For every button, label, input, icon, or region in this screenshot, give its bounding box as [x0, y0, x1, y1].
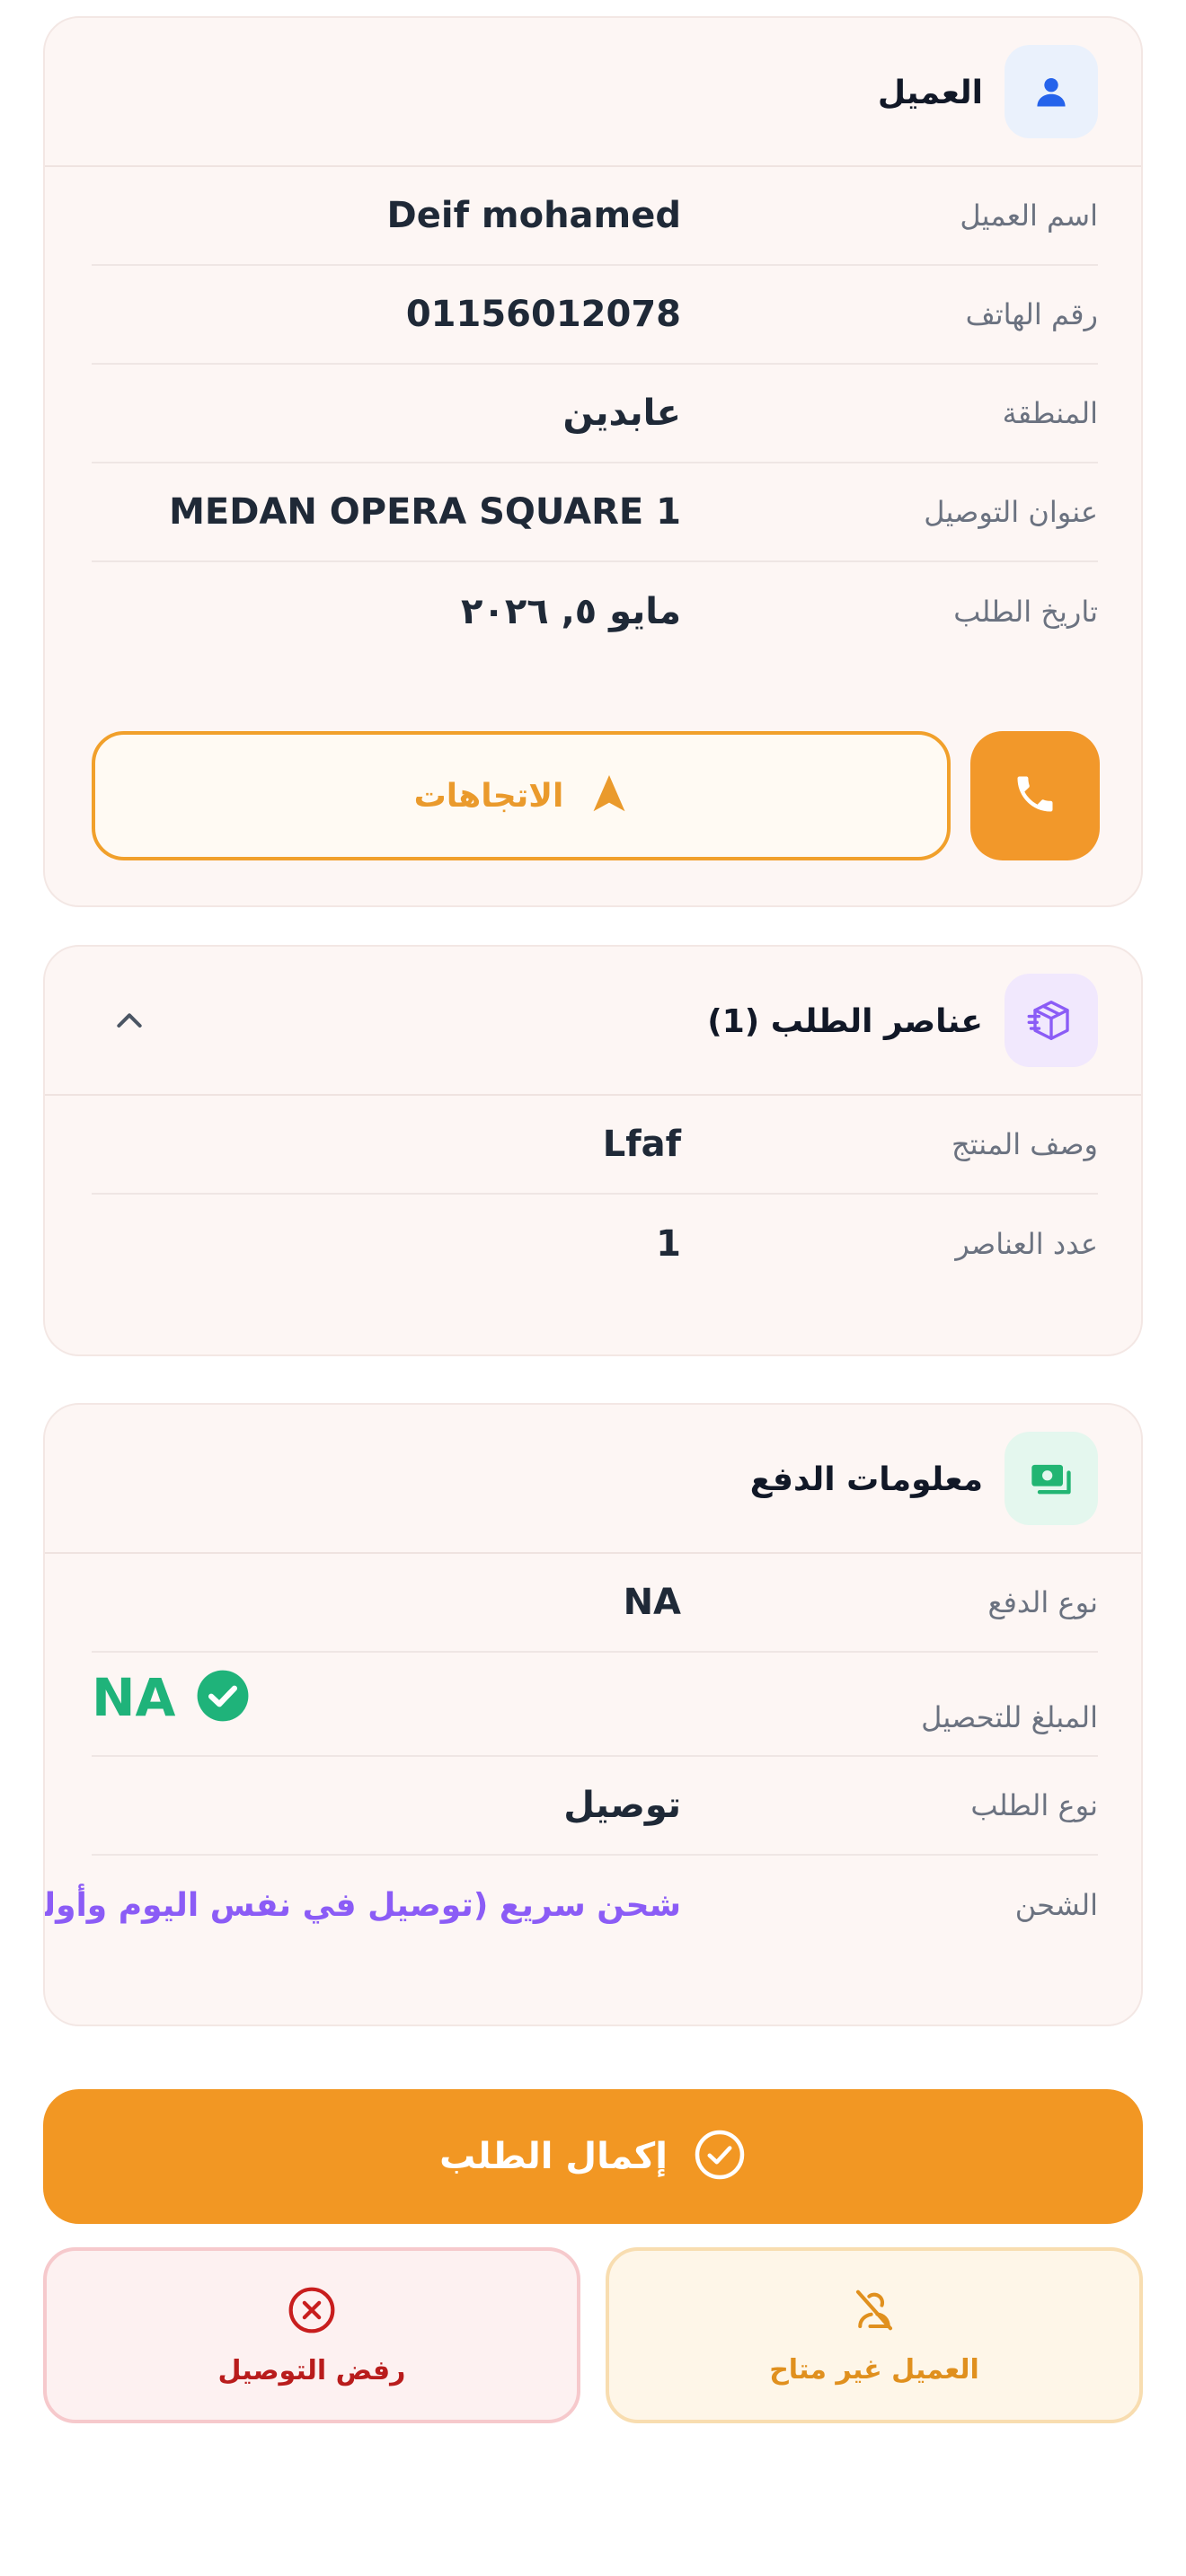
- check-circle-icon: [195, 1668, 251, 1727]
- area-label: المنطقة: [1002, 396, 1098, 430]
- order-date-label: تاريخ الطلب: [953, 595, 1098, 629]
- reject-delivery-button[interactable]: رفض التوصيل: [43, 2247, 580, 2423]
- order-items-card: عناصر الطلب (1) وصف المنتج Lfaf عدد العن…: [43, 945, 1143, 1356]
- customer-name-row: اسم العميل Deif mohamed: [92, 167, 1098, 266]
- amount-value-group: NA: [92, 1653, 251, 1755]
- payment-card: معلومات الدفع نوع الدفع NA المبلغ للتحصي…: [43, 1403, 1143, 2026]
- shipping-value: شحن سريع (توصيل في نفس اليوم وأولوية): [43, 1886, 681, 1924]
- order-type-value: توصيل: [563, 1785, 681, 1826]
- customer-unavailable-button[interactable]: العميل غير متاح: [606, 2247, 1143, 2423]
- customer-name-value: Deif mohamed: [386, 195, 681, 236]
- order-type-row: نوع الطلب توصيل: [92, 1757, 1098, 1856]
- customer-card-title: العميل: [877, 74, 983, 111]
- payment-type-row: نوع الدفع NA: [92, 1554, 1098, 1653]
- user-off-icon: [850, 2286, 898, 2338]
- x-circle-icon: [287, 2285, 337, 2339]
- order-items-title: عناصر الطلب (1): [707, 1002, 983, 1040]
- shipping-row: الشحن شحن سريع (توصيل في نفس اليوم وأولو…: [45, 1856, 1098, 1954]
- product-desc-row: وصف المنتج Lfaf: [92, 1096, 1098, 1195]
- payment-type-value: NA: [623, 1582, 681, 1623]
- order-date-row: تاريخ الطلب مايو ٥, ٢٠٢٦: [92, 562, 1098, 661]
- check-circle-icon: [693, 2128, 747, 2185]
- customer-card: العميل اسم العميل Deif mohamed رقم الهات…: [43, 16, 1143, 907]
- user-icon: [1005, 45, 1098, 138]
- chevron-up-icon[interactable]: [102, 994, 156, 1048]
- amount-value: NA: [92, 1667, 176, 1728]
- navigation-icon: [590, 773, 628, 818]
- items-count-row: عدد العناصر 1: [92, 1195, 1098, 1293]
- complete-order-label: إكمال الطلب: [439, 2136, 668, 2177]
- customer-card-header: العميل: [45, 18, 1141, 167]
- payment-card-title: معلومات الدفع: [749, 1460, 983, 1498]
- address-row: عنوان التوصيل MEDAN OPERA SQUARE 1: [92, 463, 1098, 562]
- directions-button[interactable]: الاتجاهات: [92, 731, 951, 860]
- directions-label: الاتجاهات: [413, 777, 564, 815]
- amount-row: المبلغ للتحصيل NA: [92, 1653, 1098, 1757]
- order-items-header[interactable]: عناصر الطلب (1): [45, 947, 1141, 1096]
- customer-name-label: اسم العميل: [960, 198, 1098, 233]
- order-details-screen: العميل اسم العميل Deif mohamed رقم الهات…: [0, 0, 1186, 2576]
- cash-icon: [1005, 1432, 1098, 1525]
- items-count-label: عدد العناصر: [955, 1227, 1098, 1261]
- order-date-value: مايو ٥, ٢٠٢٦: [460, 591, 681, 632]
- call-button[interactable]: [970, 731, 1100, 860]
- address-label: عنوان التوصيل: [924, 495, 1098, 529]
- phone-row: رقم الهاتف 01156012078: [92, 266, 1098, 365]
- phone-icon: [1012, 771, 1058, 821]
- phone-label: رقم الهاتف: [965, 297, 1098, 331]
- amount-label: المبلغ للتحصيل: [921, 1700, 1098, 1734]
- order-type-label: نوع الطلب: [970, 1788, 1098, 1822]
- payment-card-header: معلومات الدفع: [45, 1405, 1141, 1554]
- payment-type-label: نوع الدفع: [987, 1585, 1098, 1619]
- address-value: MEDAN OPERA SQUARE 1: [169, 491, 681, 533]
- shipping-label: الشحن: [1014, 1888, 1098, 1922]
- area-value: عابدين: [562, 393, 681, 434]
- reject-delivery-label: رفض التوصيل: [217, 2354, 406, 2386]
- area-row: المنطقة عابدين: [92, 365, 1098, 463]
- phone-value: 01156012078: [405, 294, 681, 335]
- product-desc-value: Lfaf: [602, 1124, 681, 1165]
- product-desc-label: وصف المنتج: [951, 1127, 1098, 1161]
- complete-order-button[interactable]: إكمال الطلب: [43, 2089, 1143, 2224]
- items-count-value: 1: [656, 1223, 681, 1265]
- customer-unavailable-label: العميل غير متاح: [769, 2353, 979, 2386]
- package-icon: [1005, 974, 1098, 1067]
